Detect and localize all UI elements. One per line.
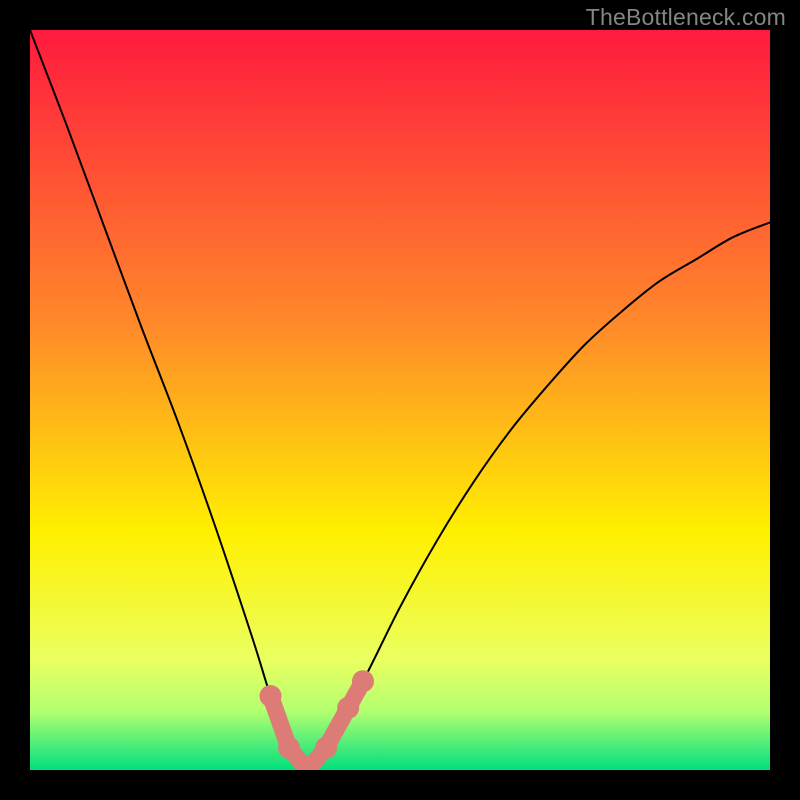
highlight-dot xyxy=(260,685,282,707)
watermark: TheBottleneck.com xyxy=(586,4,786,31)
chart-frame: TheBottleneck.com xyxy=(0,0,800,800)
chart-background xyxy=(30,30,770,770)
highlight-dot xyxy=(315,737,337,759)
bottleneck-chart xyxy=(30,30,770,770)
highlight-dot xyxy=(352,670,374,692)
highlight-dot xyxy=(278,737,300,759)
highlight-dot xyxy=(337,697,359,719)
